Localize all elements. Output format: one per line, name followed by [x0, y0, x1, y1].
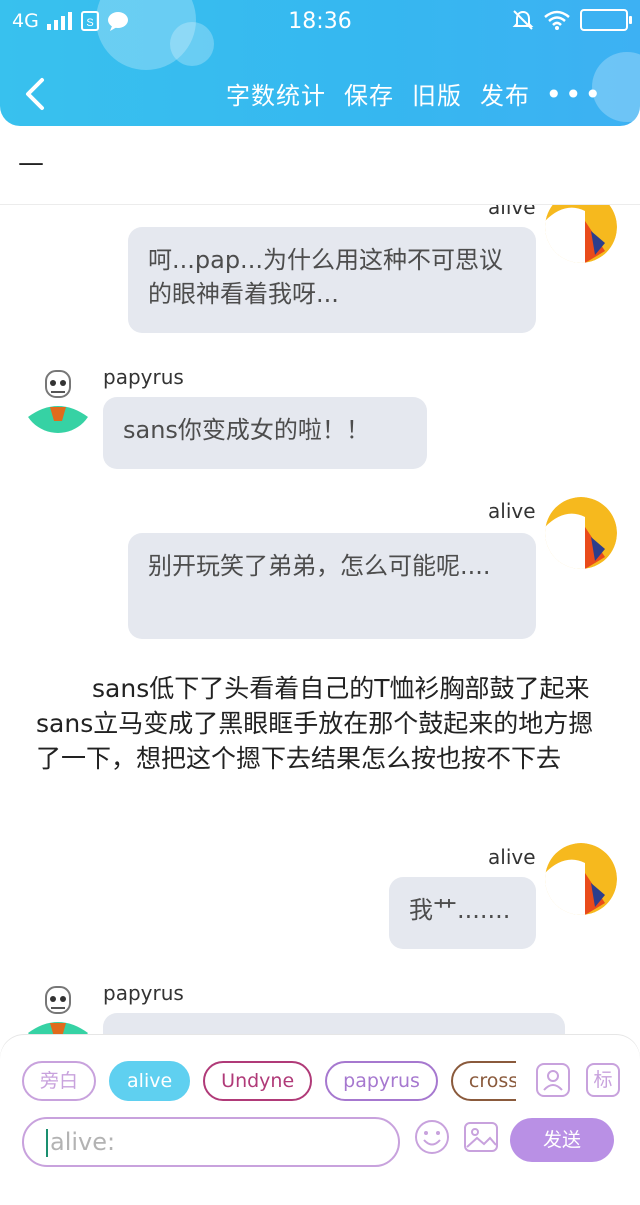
input-placeholder: alive:: [50, 1128, 116, 1156]
avatar[interactable]: [545, 843, 617, 915]
tag-label-icon[interactable]: 标: [586, 1063, 620, 1097]
sender-name: papyrus: [103, 365, 184, 389]
role-chip-alive[interactable]: alive: [109, 1061, 191, 1101]
title-field[interactable]: —: [0, 126, 640, 205]
role-selector: 旁白 alive Undyne papyrus cross: [22, 1061, 516, 1103]
chat-area[interactable]: alive 呵...pap...为什么用这种不可思议的眼神看着我呀... pap…: [0, 205, 640, 1035]
avatar[interactable]: [545, 205, 617, 263]
sender-name: papyrus: [103, 981, 184, 1005]
role-chip-papyrus[interactable]: papyrus: [325, 1061, 438, 1101]
mute-icon: [512, 10, 534, 30]
message-bubble[interactable]: 呵...pap...为什么用这种不可思议的眼神看着我呀...: [128, 227, 536, 333]
app-header: 4G S 18:36 字数统计 保存 旧版 发布 •••: [0, 0, 640, 126]
sender-name: alive: [488, 845, 536, 869]
narration-text[interactable]: sans低下了头看着自己的T恤衫胸部鼓了起来sans立马变成了黑眼眶手放在那个鼓…: [36, 671, 612, 776]
role-chip-narration[interactable]: 旁白: [22, 1061, 97, 1101]
send-button[interactable]: 发送: [510, 1118, 614, 1162]
avatar[interactable]: [22, 361, 94, 433]
chevron-left-icon[interactable]: [18, 76, 54, 112]
old-version-button[interactable]: 旧版: [412, 76, 462, 111]
wifi-icon: [544, 10, 570, 30]
more-icon[interactable]: •••: [545, 78, 604, 111]
avatar[interactable]: [545, 497, 617, 569]
battery-icon: [580, 9, 632, 31]
message-bubble[interactable]: 别开玩笑了弟弟，怎么可能呢....: [128, 533, 536, 639]
message-bubble[interactable]: sans你变成女的啦！！: [103, 397, 427, 469]
publish-button[interactable]: 发布: [480, 76, 530, 111]
status-bar: 4G S 18:36: [0, 0, 640, 44]
role-chip-cross[interactable]: cross: [450, 1061, 516, 1101]
text-caret: [46, 1129, 48, 1157]
chapter-title: —: [18, 148, 44, 178]
role-chip-undyne[interactable]: Undyne: [203, 1061, 313, 1101]
nav-bar: 字数统计 保存 旧版 发布 •••: [0, 60, 640, 126]
emoji-icon[interactable]: [414, 1119, 450, 1155]
message-bubble[interactable]: 我艹.......: [389, 877, 536, 949]
image-icon[interactable]: [463, 1119, 499, 1155]
input-panel: 旁白 alive Undyne papyrus cross 标 alive: 发送: [0, 1035, 640, 1205]
save-button[interactable]: 保存: [344, 76, 394, 111]
word-count-button[interactable]: 字数统计: [226, 76, 326, 111]
sender-name: alive: [488, 499, 536, 523]
sender-name: alive: [488, 205, 536, 219]
avatar[interactable]: [22, 977, 94, 1035]
message-bubble[interactable]: [103, 1013, 565, 1035]
contact-card-icon[interactable]: [536, 1063, 570, 1097]
message-input[interactable]: alive:: [22, 1117, 400, 1167]
